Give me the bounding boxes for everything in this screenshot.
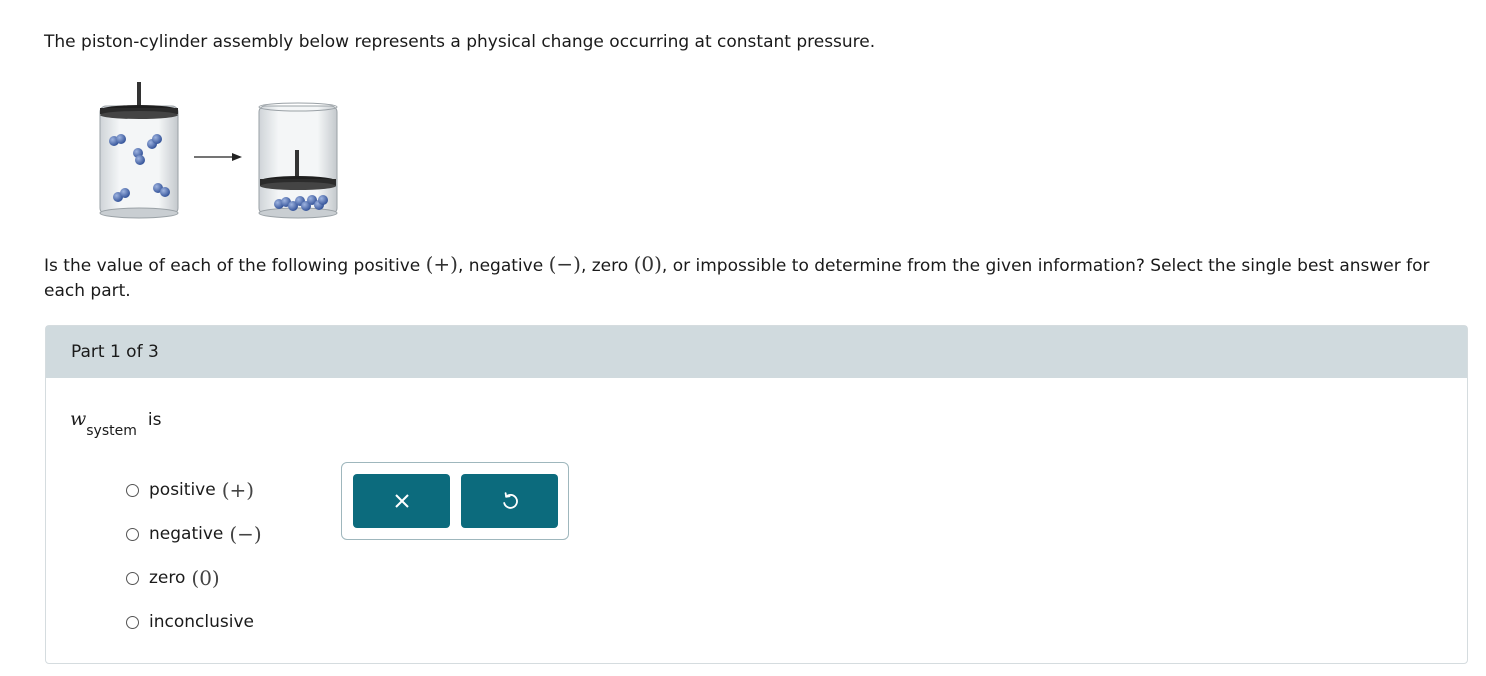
option-zero[interactable]: zero (0) (126, 556, 262, 600)
piston-cylinder-figure (99, 82, 338, 219)
radio-button[interactable] (126, 615, 139, 629)
positive-symbol: (+) (425, 252, 458, 276)
option-inconclusive[interactable]: inconclusive (126, 600, 262, 644)
part-header: Part 1 of 3 (46, 326, 1467, 378)
variable-suffix: is (147, 410, 162, 430)
answer-options: positive (+) negative (−) zero (0) incon… (126, 468, 262, 644)
option-negative[interactable]: negative (−) (126, 512, 262, 556)
negative-symbol: (−) (548, 252, 581, 276)
option-positive[interactable]: positive (+) (126, 468, 262, 512)
process-arrow (194, 153, 242, 161)
undo-icon (502, 492, 518, 509)
radio-button[interactable] (126, 571, 139, 585)
part-title: Part 1 of 3 (71, 342, 159, 362)
clear-button[interactable] (353, 474, 450, 528)
radio-button[interactable] (126, 527, 139, 541)
initial-state-cylinder (99, 82, 179, 219)
close-icon (394, 494, 409, 508)
variable-subscript: system (86, 423, 137, 439)
zero-symbol: (0) (633, 252, 662, 276)
variable-label: wsystem is (70, 408, 162, 439)
part-panel: Part 1 of 3 wsystem is positive (+) negat… (45, 325, 1468, 664)
final-state-cylinder (258, 102, 338, 219)
radio-button[interactable] (126, 483, 139, 497)
intro-text: The piston-cylinder assembly below repre… (44, 32, 876, 52)
question-text: Is the value of each of the following po… (44, 252, 1430, 301)
undo-button[interactable] (461, 474, 558, 528)
variable-symbol: w (70, 408, 87, 430)
answer-toolbar (341, 462, 569, 540)
